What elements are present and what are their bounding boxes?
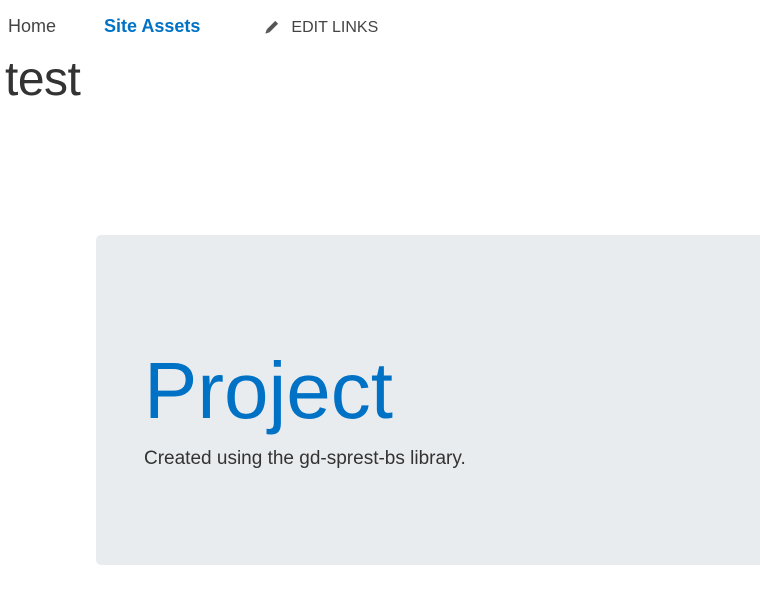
jumbotron: Project Created using the gd-sprest-bs l…	[96, 235, 760, 565]
pencil-icon	[262, 19, 280, 37]
page: Home Site Assets EDIT LINKS test Project…	[0, 0, 760, 615]
jumbotron-title: Project	[144, 346, 393, 435]
nav-link-home[interactable]: Home	[8, 16, 56, 37]
nav-link-site-assets[interactable]: Site Assets	[104, 16, 200, 37]
edit-links-button[interactable]: EDIT LINKS	[262, 19, 378, 37]
site-title: test	[5, 53, 81, 106]
top-navigation: Home Site Assets EDIT LINKS	[8, 14, 378, 38]
jumbotron-lead-text: Created using the gd-sprest-bs library.	[144, 448, 466, 469]
edit-links-label: EDIT LINKS	[291, 18, 379, 36]
